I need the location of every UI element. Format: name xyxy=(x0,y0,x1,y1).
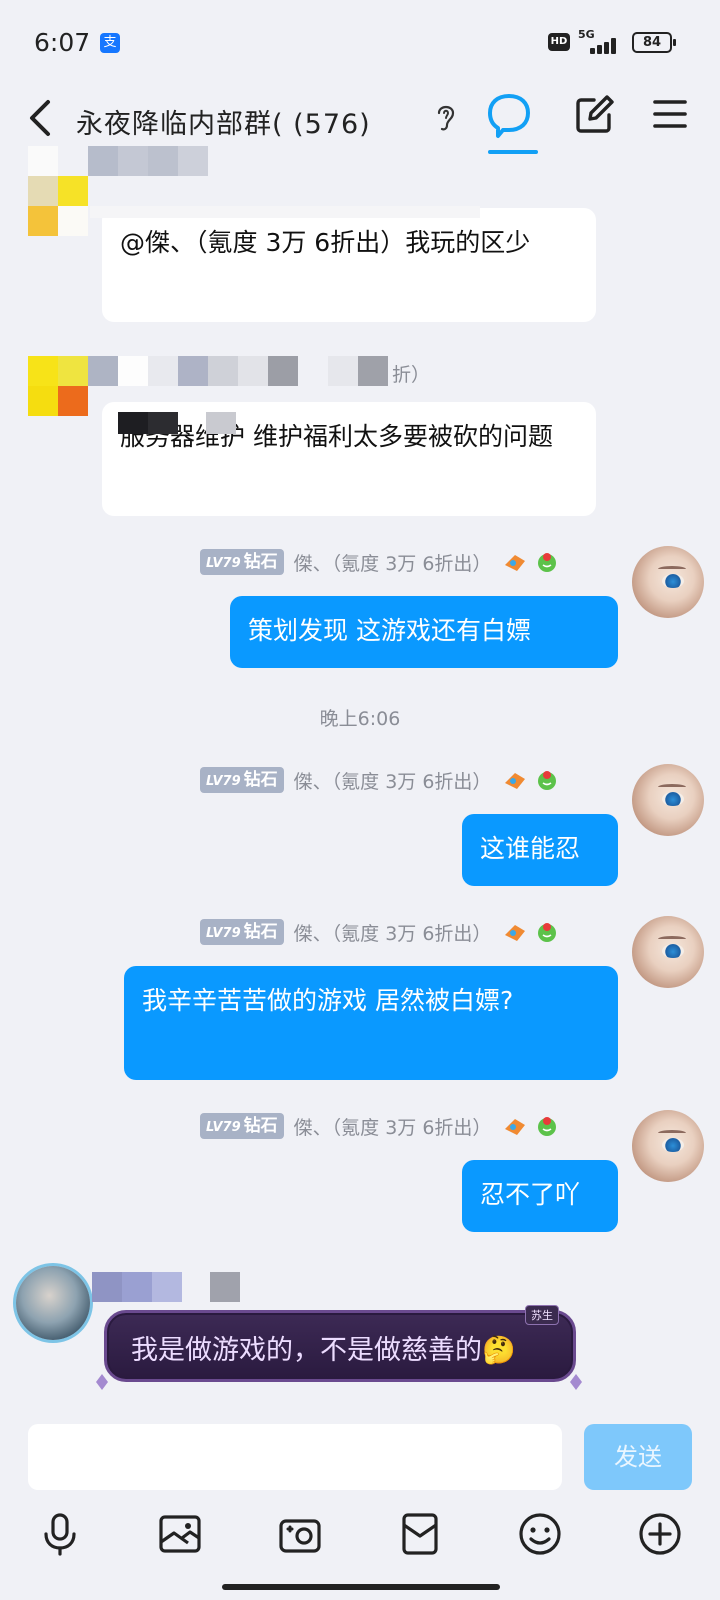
gift-decoration-icon xyxy=(505,773,526,789)
message-bubble[interactable]: 这谁能忍 xyxy=(462,814,618,886)
image-icon[interactable] xyxy=(158,1512,202,1556)
message-bubble[interactable]: 策划发现 这游戏还有白嫖 xyxy=(230,596,618,668)
avatar[interactable] xyxy=(16,1266,90,1340)
pixelated-redaction xyxy=(118,412,238,434)
sender-name: 傑、（氪度 3万 6折出） xyxy=(293,922,492,945)
level-badge: LV79 钻石 xyxy=(200,1113,284,1139)
status-bar: 6:07 支 HD 5G 84 xyxy=(0,0,720,86)
microphone-icon[interactable] xyxy=(38,1512,82,1556)
sender-line: LV79 钻石 傑、（氪度 3万 6折出） xyxy=(200,1112,559,1140)
avatar[interactable] xyxy=(632,1110,704,1182)
chat-bubble-icon[interactable] xyxy=(486,90,532,140)
level-badge: LV79 钻石 xyxy=(200,767,284,793)
hd-icon: HD xyxy=(548,33,570,51)
pixelated-avatar[interactable] xyxy=(28,146,90,236)
emoji-icon[interactable] xyxy=(518,1512,562,1556)
camera-icon[interactable] xyxy=(278,1512,322,1556)
message-bubble[interactable]: 忍不了吖 xyxy=(462,1160,618,1232)
avatar[interactable] xyxy=(632,764,704,836)
alipay-icon: 支 xyxy=(100,33,120,53)
gift-decoration-icon xyxy=(505,1119,526,1135)
message-input[interactable] xyxy=(28,1424,562,1490)
pixelated-redaction xyxy=(90,206,480,218)
pixelated-avatar[interactable] xyxy=(28,356,90,416)
message-bubble[interactable]: @傑、（氪度 3万 6折出）我玩的区少 xyxy=(102,208,596,322)
sender-name: 傑、（氪度 3万 6折出） xyxy=(293,1116,492,1139)
sender-line: LV79 钻石 傑、（氪度 3万 6折出） xyxy=(200,548,559,576)
smile-decoration-icon xyxy=(538,771,557,790)
send-button[interactable]: 发送 xyxy=(584,1424,692,1490)
gift-decoration-icon xyxy=(505,925,526,941)
chat-header: 永夜降临内部群( (576) xyxy=(0,86,720,154)
message-bubble-special[interactable]: 苏生 我是做游戏的，不是做慈善的🤔 xyxy=(104,1305,576,1382)
sender-line: LV79 钻石 傑、（氪度 3万 6折出） xyxy=(200,918,559,946)
back-arrow-icon[interactable] xyxy=(22,96,62,140)
pixelated-sender-name xyxy=(88,356,388,386)
sender-line: LV79 钻石 傑、（氪度 3万 6折出） xyxy=(200,766,559,794)
menu-icon[interactable] xyxy=(652,94,688,134)
smile-decoration-icon xyxy=(538,923,557,942)
ear-icon[interactable] xyxy=(434,100,458,134)
plus-icon[interactable] xyxy=(638,1512,682,1556)
pixelated-sender-name xyxy=(88,146,208,176)
timestamp: 晚上6:06 xyxy=(319,708,401,730)
active-tab-indicator xyxy=(488,150,538,154)
avatar[interactable] xyxy=(632,546,704,618)
home-indicator[interactable] xyxy=(222,1584,500,1590)
sender-name-suffix: 折） xyxy=(392,364,431,386)
battery-icon: 84 xyxy=(632,32,676,53)
smile-decoration-icon xyxy=(538,1117,557,1136)
bubble-tag: 苏生 xyxy=(525,1305,559,1325)
group-title[interactable]: 永夜降临内部群( (576) xyxy=(76,102,436,141)
level-badge: LV79 钻石 xyxy=(200,549,284,575)
input-area: 发送 xyxy=(0,1412,720,1600)
status-time: 6:07 xyxy=(34,28,91,57)
gem-decoration-icon xyxy=(96,1374,108,1390)
gem-decoration-icon xyxy=(570,1374,582,1390)
sender-name: 傑、（氪度 3万 6折出） xyxy=(293,552,492,575)
gift-decoration-icon xyxy=(505,555,526,571)
message-bubble[interactable]: 我辛辛苦苦做的游戏 居然被白嫖? xyxy=(124,966,618,1080)
avatar[interactable] xyxy=(632,916,704,988)
edit-icon[interactable] xyxy=(574,92,614,136)
pixelated-sender-name xyxy=(92,1272,240,1302)
smile-decoration-icon xyxy=(538,553,557,572)
level-badge: LV79 钻石 xyxy=(200,919,284,945)
signal-icon xyxy=(576,36,620,54)
red-packet-icon[interactable] xyxy=(398,1512,442,1556)
sender-name: 傑、（氪度 3万 6折出） xyxy=(293,770,492,793)
message-text: 我是做游戏的，不是做慈善的🤔 xyxy=(131,1335,516,1366)
